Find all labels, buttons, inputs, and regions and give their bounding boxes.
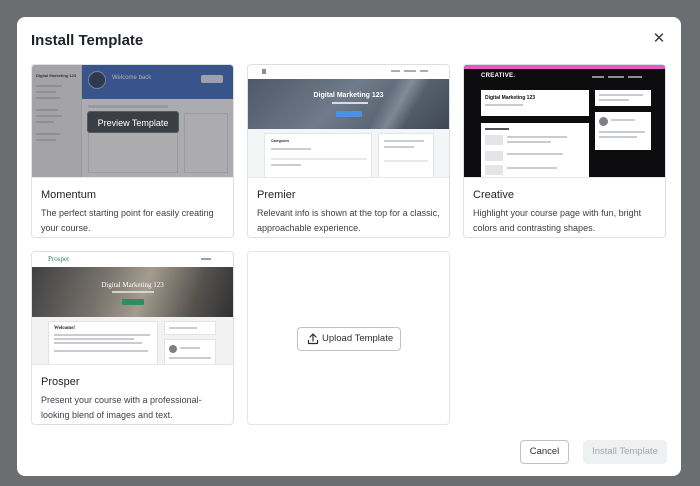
thumb-box: Categories — [264, 133, 372, 177]
thumb-line — [599, 131, 645, 133]
thumb-box — [164, 339, 216, 364]
thumb-box — [595, 112, 651, 150]
thumb-line — [485, 128, 509, 130]
thumb-hero-subtitle — [112, 291, 154, 293]
template-name: Prosper — [41, 376, 80, 388]
template-description: Relevant info is shown at the top for a … — [257, 208, 440, 233]
upload-icon — [307, 333, 319, 345]
thumb-box — [595, 90, 651, 106]
thumb-hero-button — [122, 299, 144, 305]
modal-title: Install Template — [31, 32, 144, 49]
thumb-line — [169, 357, 211, 359]
upload-template-card: Upload Template — [247, 251, 450, 425]
thumb-image — [485, 151, 503, 161]
thumb-link — [404, 70, 416, 72]
thumb-line — [599, 94, 643, 96]
install-template-button[interactable]: Install Template — [583, 440, 667, 464]
thumb-line — [384, 146, 414, 148]
close-icon[interactable]: ✕ — [651, 31, 667, 47]
thumb-accent-bar — [464, 65, 665, 69]
thumb-line — [599, 99, 629, 101]
thumb-image — [485, 165, 503, 175]
thumb-line — [384, 160, 428, 162]
thumb-line — [54, 342, 142, 344]
thumb-body: Welcome! — [32, 317, 233, 364]
thumb-link — [201, 258, 211, 260]
thumb-hero-title: Digital Marketing 123 — [485, 95, 536, 101]
thumb-box — [481, 123, 589, 177]
thumb-box — [164, 321, 216, 335]
thumb-nav: Prosper — [32, 252, 233, 267]
thumb-line — [180, 347, 200, 349]
thumb-line — [485, 104, 523, 106]
thumb-avatar — [599, 117, 608, 126]
thumb-box: Welcome! — [48, 321, 158, 364]
template-description: The perfect starting point for easily cr… — [41, 208, 214, 233]
thumb-line — [271, 148, 311, 150]
preview-template-button[interactable]: Preview Template — [87, 111, 179, 133]
template-name: Creative — [473, 189, 514, 201]
thumb-line — [271, 164, 301, 166]
thumb-hero: Digital Marketing 123 — [32, 267, 233, 317]
template-thumbnail: Digital Marketing 123 Welcome back Previ… — [32, 65, 233, 178]
upload-template-button[interactable]: Upload Template — [297, 327, 401, 351]
thumb-hero-title: Digital Marketing 123 — [101, 281, 164, 289]
template-thumbnail: CREATIVE. Digital Marketing 123 — [464, 65, 665, 178]
thumb-hero: Digital Marketing 123 — [248, 79, 449, 129]
thumb-image — [485, 135, 503, 145]
template-card-premier[interactable]: Digital Marketing 123 Categories Premier… — [247, 64, 450, 238]
template-description: Present your course with a professional-… — [41, 395, 202, 420]
thumb-link — [391, 70, 400, 72]
upload-template-label: Upload Template — [322, 333, 394, 344]
thumb-nav — [248, 65, 449, 79]
thumb-welcome: Welcome! — [54, 326, 76, 331]
thumb-line — [169, 327, 197, 329]
thumb-line — [611, 119, 635, 121]
thumb-hero-image — [369, 79, 429, 129]
template-thumbnail: Prosper Digital Marketing 123 Welcome! — [32, 252, 233, 365]
thumb-section-title: Categories — [271, 139, 290, 143]
template-card-prosper[interactable]: Prosper Digital Marketing 123 Welcome! P… — [31, 251, 234, 425]
thumb-link — [592, 76, 604, 78]
template-card-creative[interactable]: CREATIVE. Digital Marketing 123 Creative… — [463, 64, 666, 238]
template-description: Highlight your course page with fun, bri… — [473, 208, 642, 233]
thumb-line — [507, 167, 557, 169]
thumb-line — [54, 334, 150, 336]
thumb-box — [378, 133, 434, 177]
thumb-line — [507, 153, 563, 155]
thumb-link — [608, 76, 624, 78]
template-thumbnail: Digital Marketing 123 Categories — [248, 65, 449, 178]
thumb-line — [384, 140, 424, 142]
thumb-hero-title: Digital Marketing 123 — [313, 92, 384, 99]
thumb-hero-button — [336, 111, 362, 117]
thumb-line — [599, 136, 637, 138]
thumb-line — [507, 136, 567, 138]
thumb-line — [271, 158, 367, 160]
thumb-link — [420, 70, 428, 72]
thumb-line — [54, 338, 134, 340]
thumb-logo — [262, 69, 266, 74]
thumb-line — [54, 350, 148, 352]
thumb-avatar — [169, 345, 177, 353]
thumb-logo: CREATIVE. — [481, 73, 516, 79]
thumb-hero-subtitle — [332, 102, 368, 104]
cancel-button[interactable]: Cancel — [520, 440, 569, 464]
template-name: Momentum — [41, 189, 97, 201]
thumb-link — [628, 76, 642, 78]
thumb-line — [507, 141, 551, 143]
thumb-logo: Prosper — [48, 255, 70, 263]
template-card-momentum[interactable]: Digital Marketing 123 Welcome back Previ… — [31, 64, 234, 238]
template-name: Premier — [257, 189, 296, 201]
thumb-box: Digital Marketing 123 — [481, 90, 589, 116]
install-template-modal: Install Template ✕ Digital Marketing 123… — [17, 17, 681, 476]
